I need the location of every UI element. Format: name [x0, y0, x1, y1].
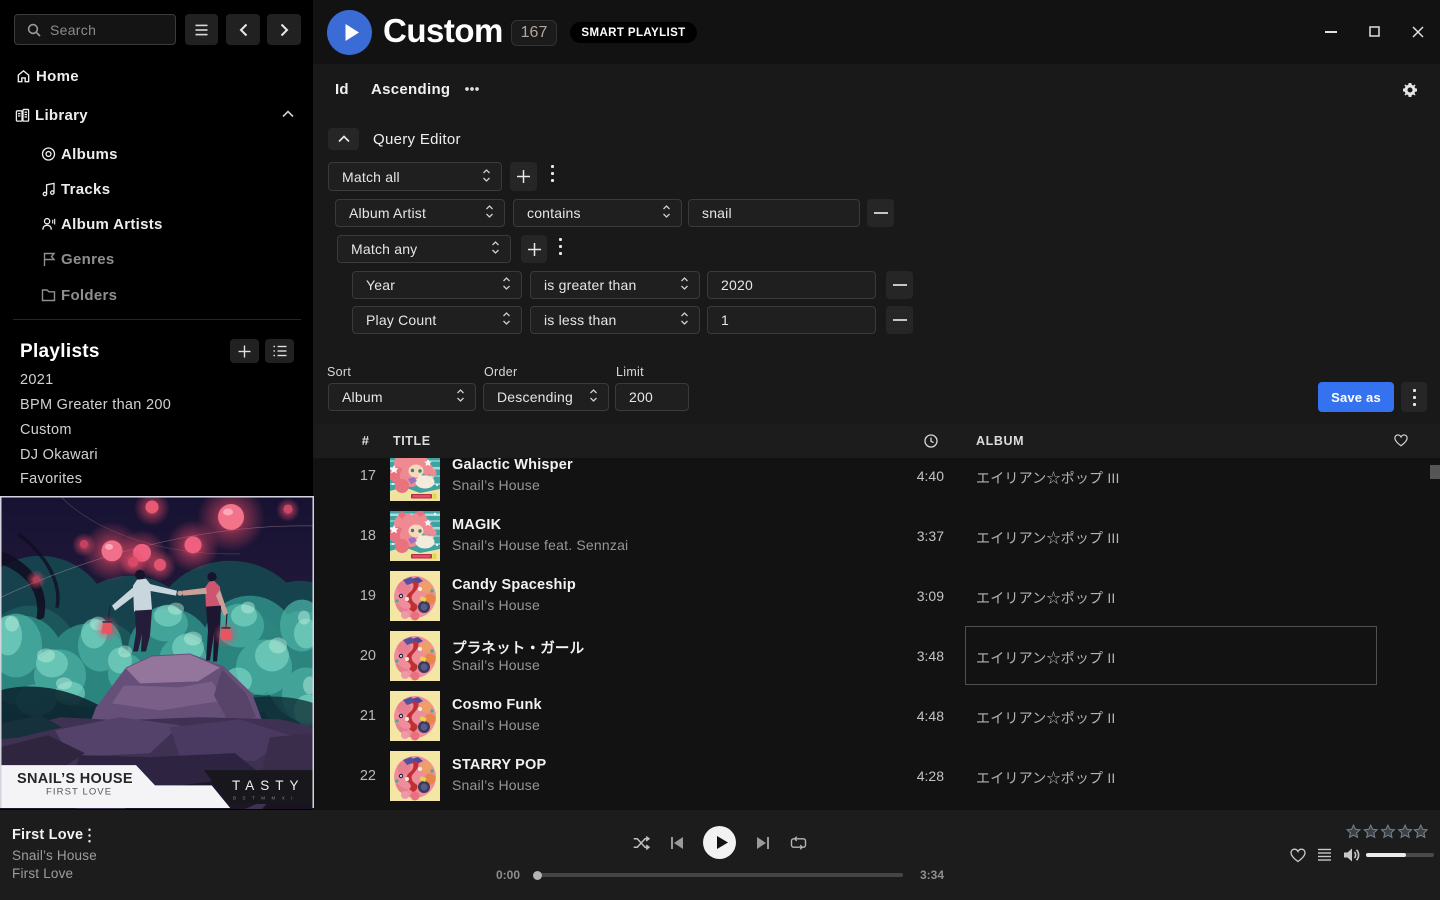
svg-text:TASTY: TASTY: [232, 778, 304, 793]
svg-text:FIRST LOVE: FIRST LOVE: [46, 787, 112, 798]
svg-text:BSTMMXI: BSTMMXI: [233, 796, 299, 801]
svg-text:SNAIL’S HOUSE: SNAIL’S HOUSE: [17, 771, 133, 787]
